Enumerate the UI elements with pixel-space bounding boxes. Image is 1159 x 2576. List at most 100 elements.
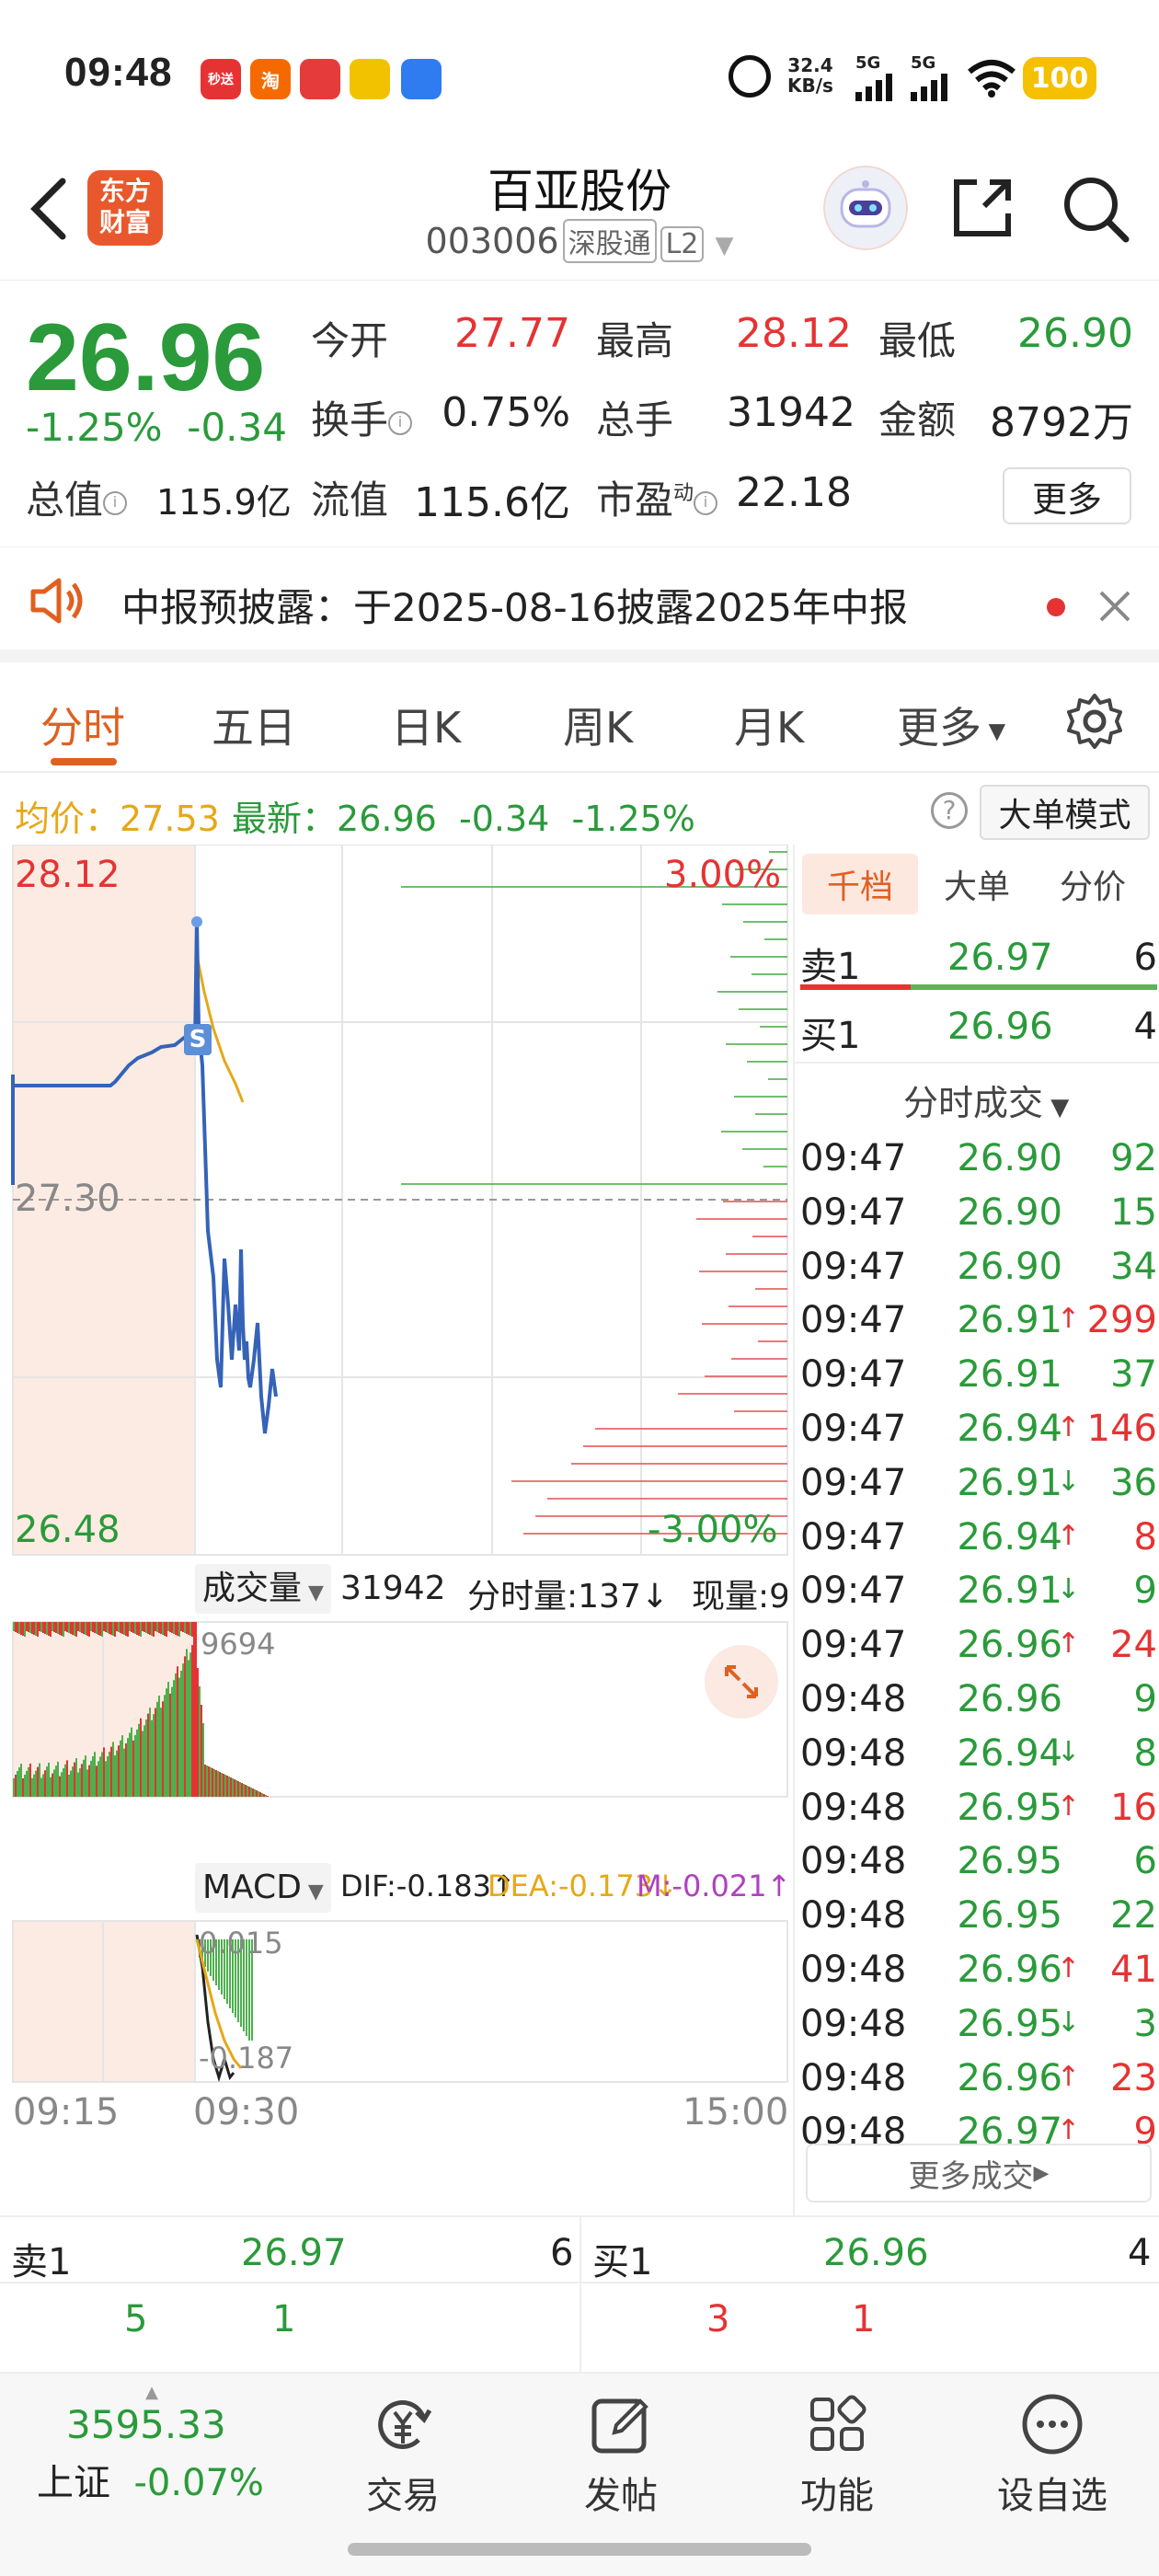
volume-bar	[173, 1680, 175, 1797]
tab-price-distribution[interactable]: 分价	[1036, 854, 1150, 914]
volume-bar	[42, 1622, 44, 1633]
volume-bar	[182, 1622, 184, 1632]
volume-selector[interactable]: 成交量 ▼	[195, 1564, 331, 1614]
volume-bar	[147, 1713, 149, 1797]
trade-icon	[371, 2392, 435, 2456]
volume-bar	[29, 1622, 31, 1633]
volume-bar	[177, 1666, 178, 1797]
latest-label: 最新：26.96 -0.34 -1.25%	[232, 799, 695, 839]
tab-more[interactable]: 更多 ▼	[897, 695, 1005, 755]
volume-bar	[86, 1769, 88, 1797]
volume-bar	[99, 1622, 101, 1636]
quote-more-button[interactable]: 更多	[1003, 467, 1131, 524]
macd-selector[interactable]: MACD ▼	[195, 1863, 331, 1913]
volume-bar	[66, 1622, 68, 1632]
volume-bar	[142, 1622, 143, 1631]
assistant-avatar-icon[interactable]	[823, 166, 908, 250]
more-ticks-button[interactable]: 更多成交 ▶	[806, 2144, 1152, 2202]
tab-intraday[interactable]: 分时	[40, 695, 125, 755]
volume-bar	[132, 1740, 134, 1797]
close-icon[interactable]	[1096, 588, 1133, 628]
nav-add-watchlist[interactable]: 设自选	[979, 2392, 1126, 2519]
sell1-row: 卖1 26.97 6	[800, 937, 1157, 988]
volume-bar	[186, 1622, 188, 1634]
tick-arrow: ↑	[1056, 2114, 1080, 2147]
tick-row: 09:47 26.90 34	[800, 1246, 1159, 1299]
info-icon[interactable]: i	[103, 490, 128, 515]
volume-bar	[107, 1622, 109, 1633]
volume-bar	[70, 1770, 72, 1797]
volume-bar	[213, 1769, 215, 1797]
volume-bar	[138, 1723, 140, 1797]
volume-bar	[232, 1778, 234, 1797]
volume-bar	[48, 1622, 50, 1636]
volume-bar	[224, 1775, 226, 1797]
tick-qty: 22	[1110, 1894, 1157, 1938]
intraday-chart[interactable]: S 28.12 27.30 26.48 3.00% -3.00% 成交量 ▼ 3…	[0, 845, 791, 2215]
macd-high: 0.015	[199, 1926, 283, 1961]
tab-daily-k[interactable]: 日K	[391, 695, 461, 755]
tick-time: 09:48	[800, 1731, 907, 1775]
order-book-panel: 千档 大单 分价 卖1 26.97 6 买1 26.96 4 分时成交 ▼ 09…	[793, 845, 1159, 2215]
tab-order-book[interactable]: 千档	[802, 854, 918, 914]
volume-bar	[35, 1770, 37, 1797]
trade-marker[interactable]: S	[184, 1024, 212, 1055]
volume-bar	[235, 1780, 237, 1797]
tab-big-orders[interactable]: 大单	[920, 854, 1034, 914]
share-icon[interactable]	[947, 173, 1017, 247]
ticks-title[interactable]: 分时成交 ▼	[903, 1075, 1069, 1125]
volume-bar	[53, 1622, 55, 1632]
volume-bar	[178, 1622, 180, 1637]
volume-bar	[129, 1622, 131, 1631]
tab-monthly-k[interactable]: 月K	[734, 695, 804, 755]
macd-m: M:-0.021↑	[637, 1869, 792, 1903]
volume-bar	[158, 1696, 160, 1797]
tick-row: 09:48 26.94 ↓ 8	[800, 1732, 1159, 1786]
tick-time: 09:48	[800, 1678, 907, 1720]
notice-bar[interactable]: 中报预披露：于2025-08-16披露2025年中报	[0, 547, 1159, 662]
nav-functions[interactable]: 功能	[763, 2392, 911, 2519]
search-icon[interactable]	[1060, 173, 1133, 250]
nav-post[interactable]: 发帖	[547, 2392, 694, 2519]
volume-bar	[160, 1708, 162, 1797]
volume-bar	[208, 1766, 210, 1797]
help-icon[interactable]: ?	[931, 792, 968, 829]
big-order-mode-button[interactable]: 大单模式	[980, 785, 1150, 840]
volume-bar	[57, 1761, 59, 1797]
tab-weekly-k[interactable]: 周K	[563, 695, 633, 755]
tab-five-day[interactable]: 五日	[212, 695, 296, 755]
tick-qty: 299	[1086, 1299, 1157, 1342]
volume-bar	[26, 1622, 28, 1631]
volume-bar	[92, 1622, 94, 1632]
nav-trade[interactable]: 交易	[329, 2392, 476, 2519]
volume-bar	[88, 1622, 90, 1637]
battery-indicator: 100	[1023, 57, 1096, 99]
sell-pressure-bar	[800, 984, 911, 990]
index-ticker[interactable]: ▲ 3595.33 上证 -0.07%	[37, 2383, 267, 2506]
info-icon[interactable]: i	[388, 410, 413, 435]
settings-gear-icon[interactable]	[1065, 692, 1124, 754]
volume-bar	[68, 1774, 70, 1797]
volume-bar	[29, 1763, 31, 1797]
level1-buy-price: 26.96	[823, 2232, 929, 2274]
tick-row: 09:47 26.94 ↑ 8	[800, 1516, 1159, 1570]
info-icon[interactable]: i	[694, 490, 718, 515]
volume-bar	[110, 1746, 112, 1797]
volume-bar	[265, 1795, 267, 1797]
volume-bar	[120, 1622, 121, 1633]
volume-bar	[70, 1622, 72, 1634]
volume-bar	[105, 1761, 107, 1797]
volume-bar	[206, 1765, 208, 1797]
volume-bar	[66, 1760, 68, 1797]
volume-bar	[99, 1756, 101, 1797]
speaker-icon	[28, 575, 86, 630]
tick-time: 09:47	[800, 1624, 907, 1667]
volume-bar	[254, 1789, 256, 1797]
expand-icon[interactable]	[705, 1645, 778, 1719]
divider	[795, 1062, 1159, 1064]
volume-bar	[28, 1622, 29, 1632]
signal-icon-2	[911, 74, 949, 105]
volume-bar	[123, 1748, 125, 1797]
float-label: 流值	[311, 477, 389, 523]
avg-label: 均价：27.53	[15, 799, 220, 839]
